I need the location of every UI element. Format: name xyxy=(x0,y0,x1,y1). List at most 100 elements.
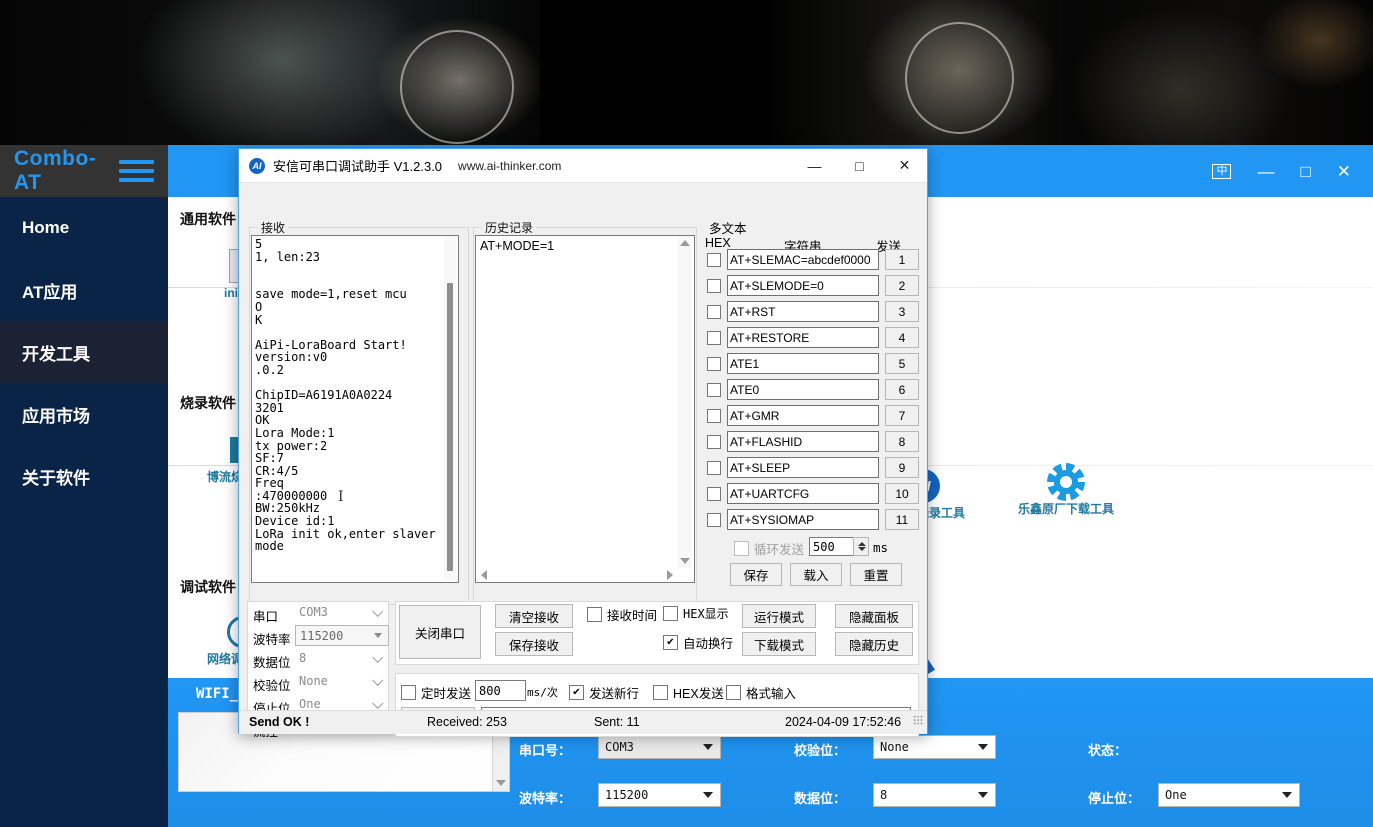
hex-display-checkbox[interactable] xyxy=(663,606,678,621)
send-interval-input[interactable]: 800 xyxy=(475,680,526,701)
maximize-icon[interactable]: □ xyxy=(1300,163,1310,180)
receive-scroll-thumb[interactable] xyxy=(447,283,453,571)
multitext-input[interactable]: AT+UARTCFG xyxy=(727,483,879,504)
multitext-send-button[interactable]: 5 xyxy=(885,353,919,374)
multitext-hex-checkbox[interactable] xyxy=(707,304,721,319)
loop-send-checkbox[interactable] xyxy=(734,541,749,556)
multitext-input[interactable]: AT+RESTORE xyxy=(727,327,879,348)
receive-scrollbar[interactable] xyxy=(444,236,457,580)
multitext-hex-checkbox[interactable] xyxy=(707,278,721,293)
receive-textarea[interactable]: 5 1, len:23 save mode=1,reset mcu O K Ai… xyxy=(251,235,459,583)
minimize-icon[interactable]: — xyxy=(1257,163,1274,180)
multitext-input[interactable]: AT+SYSIOMAP xyxy=(727,509,879,530)
send-newline-checkbox-group[interactable]: ✔ 发送新行 xyxy=(569,683,639,702)
timed-send-checkbox-group[interactable]: 定时发送 xyxy=(401,683,471,702)
spinner-up-icon[interactable] xyxy=(858,542,866,546)
history-hscrollbar[interactable] xyxy=(476,568,678,581)
show-time-checkbox-group[interactable]: 接收时间 xyxy=(587,605,657,624)
save-receive-button[interactable]: 保存接收 xyxy=(495,632,573,656)
hamburger-icon[interactable] xyxy=(119,160,154,182)
multitext-hex-checkbox[interactable] xyxy=(707,356,721,371)
multitext-send-button[interactable]: 6 xyxy=(885,379,919,400)
dialog-title-bar[interactable]: AI 安信可串口调试助手 V1.2.3.0 www.ai-thinker.com… xyxy=(239,149,927,183)
multitext-hex-checkbox[interactable] xyxy=(707,486,721,501)
history-item[interactable]: AT+MODE=1 xyxy=(476,236,694,256)
ime-indicator-icon[interactable]: 中 xyxy=(1212,163,1232,179)
format-input-checkbox[interactable] xyxy=(726,685,741,700)
loop-send-checkbox-group[interactable]: 循环发送 xyxy=(734,539,804,558)
parity-combo[interactable]: None xyxy=(295,671,387,690)
app-icon-espressif-download-tool[interactable]: 乐鑫原厂下载工具 xyxy=(1011,461,1121,516)
multitext-input[interactable]: ATE1 xyxy=(727,353,879,374)
multitext-input[interactable]: ATE0 xyxy=(727,379,879,400)
resize-grip-icon[interactable] xyxy=(913,715,923,725)
multitext-send-button[interactable]: 8 xyxy=(885,431,919,452)
hex-send-checkbox[interactable] xyxy=(653,685,668,700)
send-newline-checkbox[interactable]: ✔ xyxy=(569,685,584,700)
multitext-reset-button[interactable]: 重置 xyxy=(850,563,902,586)
scroll-up-icon[interactable] xyxy=(680,240,690,246)
clear-receive-button[interactable]: 清空接收 xyxy=(495,604,573,628)
parity-select[interactable]: None xyxy=(873,735,996,759)
multitext-send-button[interactable]: 10 xyxy=(885,483,919,504)
multitext-hex-checkbox[interactable] xyxy=(707,434,721,449)
multitext-input[interactable]: AT+GMR xyxy=(727,405,879,426)
sidebar-item-about[interactable]: 关于软件 xyxy=(0,445,168,507)
multitext-input[interactable]: AT+SLEMAC=abcdef0000 xyxy=(727,249,879,270)
sidebar-item-home[interactable]: Home xyxy=(0,197,168,259)
baud-select[interactable]: 115200 xyxy=(598,783,721,807)
hide-history-button[interactable]: 隐藏历史 xyxy=(835,632,913,656)
loop-interval-spinner[interactable] xyxy=(853,537,869,556)
multitext-send-button[interactable]: 9 xyxy=(885,457,919,478)
multitext-hex-checkbox[interactable] xyxy=(707,460,721,475)
multitext-send-button[interactable]: 2 xyxy=(885,275,919,296)
multitext-send-button[interactable]: 11 xyxy=(885,509,919,530)
multitext-load-button[interactable]: 载入 xyxy=(790,563,842,586)
multitext-save-button[interactable]: 保存 xyxy=(730,563,782,586)
multitext-hex-checkbox[interactable] xyxy=(707,252,721,267)
timed-send-checkbox[interactable] xyxy=(401,685,416,700)
dialog-minimize-icon[interactable]: — xyxy=(792,149,837,182)
multitext-send-button[interactable]: 7 xyxy=(885,405,919,426)
multitext-input[interactable]: AT+SLEEP xyxy=(727,457,879,478)
sidebar-item-at-app[interactable]: AT应用 xyxy=(0,259,168,321)
multitext-hex-checkbox[interactable] xyxy=(707,382,721,397)
history-vscrollbar[interactable] xyxy=(678,236,691,568)
auto-wrap-checkbox[interactable]: ✔ xyxy=(663,635,678,650)
auto-wrap-checkbox-group[interactable]: ✔ 自动换行 xyxy=(663,633,733,652)
format-input-checkbox-group[interactable]: 格式输入 xyxy=(726,683,796,702)
run-mode-button[interactable]: 运行模式 xyxy=(742,604,816,628)
multitext-hex-checkbox[interactable] xyxy=(707,330,721,345)
close-icon[interactable]: ✕ xyxy=(1337,163,1351,180)
spinner-down-icon[interactable] xyxy=(858,547,866,551)
multitext-send-button[interactable]: 4 xyxy=(885,327,919,348)
hide-panel-button[interactable]: 隐藏面板 xyxy=(835,604,913,628)
port-select[interactable]: COM3 xyxy=(598,735,721,759)
multitext-input[interactable]: AT+SLEMODE=0 xyxy=(727,275,879,296)
sidebar-item-app-market[interactable]: 应用市场 xyxy=(0,383,168,445)
baud-combo[interactable]: 115200 xyxy=(295,625,389,646)
scroll-down-icon[interactable] xyxy=(496,780,506,786)
multitext-input[interactable]: AT+FLASHID xyxy=(727,431,879,452)
loop-interval-input[interactable]: 500 xyxy=(809,537,858,556)
hex-display-checkbox-group[interactable]: HEX显示 xyxy=(663,605,729,622)
sidebar-item-dev-tools[interactable]: 开发工具 xyxy=(0,321,168,383)
multitext-input[interactable]: AT+RST xyxy=(727,301,879,322)
databits-combo[interactable]: 8 xyxy=(295,648,387,667)
databits-select[interactable]: 8 xyxy=(873,783,996,807)
show-time-checkbox[interactable] xyxy=(587,607,602,622)
scroll-left-icon[interactable] xyxy=(481,570,487,580)
multitext-hex-checkbox[interactable] xyxy=(707,408,721,423)
history-listbox[interactable]: AT+MODE=1 xyxy=(475,235,695,583)
stopbits-select[interactable]: One xyxy=(1158,783,1300,807)
scroll-right-icon[interactable] xyxy=(667,570,673,580)
dialog-maximize-icon[interactable]: □ xyxy=(837,149,882,182)
multitext-send-button[interactable]: 3 xyxy=(885,301,919,322)
download-mode-button[interactable]: 下载模式 xyxy=(742,632,816,656)
multitext-hex-checkbox[interactable] xyxy=(707,512,721,527)
dialog-close-icon[interactable]: ✕ xyxy=(882,149,927,182)
close-port-button[interactable]: 关闭串口 xyxy=(399,605,481,659)
port-combo[interactable]: COM3 xyxy=(295,602,387,621)
multitext-send-button[interactable]: 1 xyxy=(885,249,919,270)
scroll-down-icon[interactable] xyxy=(680,558,690,564)
